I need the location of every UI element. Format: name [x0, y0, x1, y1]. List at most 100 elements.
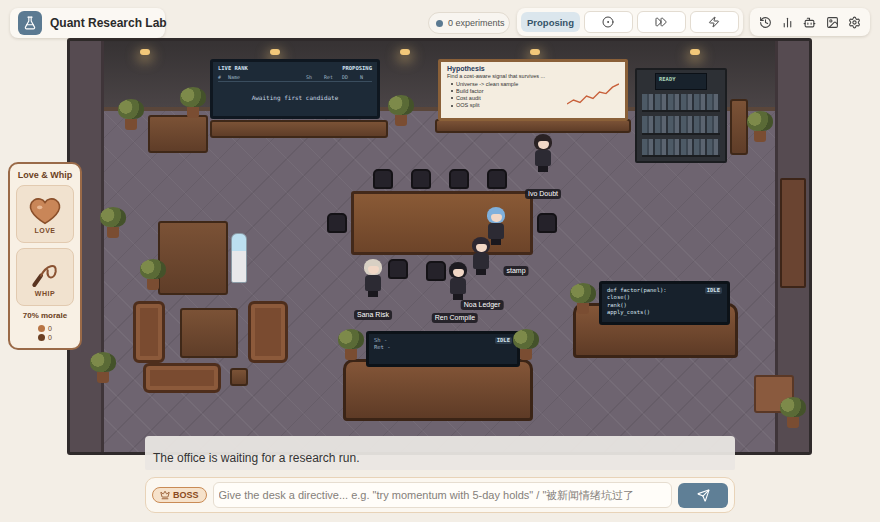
hypothesis-sketch-chart — [567, 83, 619, 105]
plant — [100, 207, 126, 239]
phase-badge: Proposing — [521, 12, 580, 32]
board-column: # — [218, 74, 228, 81]
plant — [90, 352, 116, 384]
code-line: close() — [607, 294, 667, 301]
monitor-line: Ret - — [374, 344, 391, 351]
step-button[interactable] — [584, 11, 633, 33]
hypothesis-step: OOS split — [447, 102, 563, 109]
app: Quant Research Lab 0 experiments Proposing… — [0, 0, 880, 522]
wall-lamp — [270, 49, 280, 55]
board-column: N — [360, 74, 372, 81]
chair — [411, 169, 431, 189]
office-scene: LIVE RANKPROPOSING#NameShRetDDNAwaiting … — [67, 38, 812, 455]
settings-button[interactable] — [846, 14, 863, 31]
coin-icon — [38, 325, 45, 332]
desk — [343, 359, 533, 421]
hypothesis-step: Universe -> clean sample — [447, 81, 563, 88]
chair — [388, 259, 408, 279]
agent-name: Sana Risk — [354, 310, 392, 320]
agent[interactable] — [471, 237, 491, 277]
status-monitor: READY — [655, 73, 707, 90]
agent[interactable] — [448, 262, 468, 302]
history-icon — [759, 16, 772, 29]
flask-icon — [23, 16, 37, 30]
monitor-status: IDLE — [705, 287, 722, 294]
chair — [373, 169, 393, 189]
board-empty: Awaiting first candidate — [218, 82, 372, 113]
side-shelf — [730, 99, 748, 155]
auto-run-button[interactable] — [690, 11, 739, 33]
code-line: def factor(panel): — [607, 287, 667, 294]
agent[interactable] — [486, 207, 506, 247]
hypothesis-board: HypothesisFind a cost-aware signal that … — [438, 59, 628, 121]
crown-icon — [160, 490, 170, 500]
tv-console — [210, 120, 388, 138]
conference-table — [351, 191, 533, 255]
record-icon — [602, 16, 614, 28]
chair — [449, 169, 469, 189]
wall-lamp — [400, 49, 410, 55]
narration: The office is waiting for a research run… — [145, 436, 735, 470]
send-button[interactable] — [678, 483, 728, 508]
live-rank-board: LIVE RANKPROPOSING#NameShRetDDNAwaiting … — [210, 59, 380, 119]
board-title: LIVE RANK — [218, 65, 248, 72]
whiteboard-console — [435, 119, 631, 133]
agent-name: Noa Ledger — [461, 300, 504, 310]
agent-name: stamp — [503, 266, 528, 276]
hypothesis-title: Hypothesis — [447, 65, 563, 73]
plant — [388, 95, 414, 127]
fast-forward-button[interactable] — [637, 11, 686, 33]
door — [780, 178, 806, 288]
role-badge: BOSS — [152, 487, 207, 503]
gallery-button[interactable] — [824, 14, 841, 31]
stool — [230, 368, 248, 386]
directive-input[interactable] — [213, 482, 672, 508]
hypothesis-step: Cost audit — [447, 95, 563, 102]
agents-button[interactable] — [801, 14, 818, 31]
run-controls: Proposing — [517, 8, 743, 36]
sofa — [248, 301, 288, 363]
panel-title: Love & Whip — [18, 170, 73, 180]
wall-lamp — [690, 49, 700, 55]
plant — [513, 329, 539, 361]
top-bar: Quant Research Lab 0 experiments Proposing — [0, 0, 880, 38]
love-count: 0 — [38, 325, 52, 333]
sofa — [143, 363, 221, 393]
agent[interactable] — [363, 259, 383, 299]
wall-lamp — [530, 49, 540, 55]
board-columns: #NameShRetDDN — [218, 74, 372, 82]
morale-reading: 70% morale — [23, 311, 67, 320]
board-column: DD — [342, 74, 360, 81]
desk-monitor: Sh -Ret -IDLE — [366, 331, 520, 367]
hypothesis-step: Build factor — [447, 88, 563, 95]
bookshelf: READY — [635, 68, 727, 163]
stats-button[interactable] — [779, 14, 796, 31]
love-button[interactable]: LOVE — [16, 185, 74, 243]
whip-icon — [29, 258, 61, 288]
plant — [570, 283, 596, 315]
chair — [426, 261, 446, 281]
plant — [338, 329, 364, 361]
history-button[interactable] — [757, 14, 774, 31]
app-title: Quant Research Lab — [50, 16, 167, 30]
wall-lamp — [140, 49, 150, 55]
robot-icon — [803, 16, 816, 29]
whip-button[interactable]: WHIP — [16, 248, 74, 306]
brand-logo — [18, 11, 42, 35]
fast-forward-icon — [655, 16, 667, 28]
sofa — [133, 301, 165, 363]
board-column: Sh — [306, 74, 324, 81]
code-monitor: def factor(panel):close()rank()apply_cos… — [599, 281, 730, 325]
experiment-count: 0 experiments — [428, 12, 510, 34]
coffee-table — [180, 308, 238, 358]
agent-name: Ivo Doubt — [525, 189, 561, 199]
agent[interactable] — [533, 134, 553, 174]
tool-bar — [750, 8, 870, 36]
monitor-line: Sh - — [374, 337, 391, 344]
chair — [327, 213, 347, 233]
lightning-icon — [708, 16, 720, 28]
coffee-cabinet — [158, 221, 228, 295]
board-column: Name — [228, 74, 306, 81]
send-icon — [697, 489, 710, 502]
plant — [140, 259, 166, 291]
